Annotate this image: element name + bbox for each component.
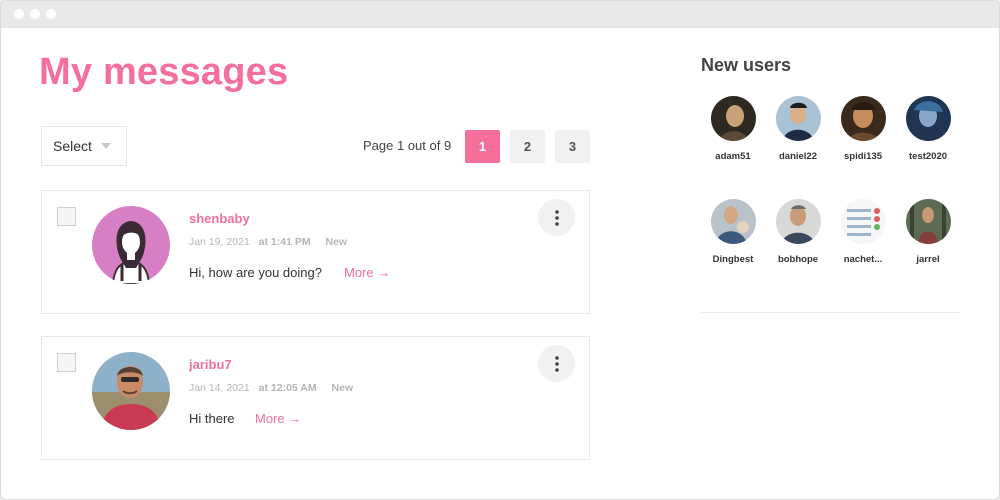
page-button-3[interactable]: 3 [555, 130, 590, 163]
message-preview[interactable]: Hi there [189, 411, 235, 426]
new-user-item[interactable]: Dingbest [698, 199, 768, 265]
new-user-item[interactable]: daniel22 [763, 96, 833, 162]
message-time: at 12:05 AM [258, 382, 317, 394]
browser-window: My messages Select Page 1 out of 9 1 2 3… [0, 0, 1000, 500]
message-date: Jan 19, 2021 [189, 236, 250, 248]
page-button-1[interactable]: 1 [465, 130, 500, 163]
avatar [775, 96, 821, 141]
avatar [905, 96, 951, 141]
new-user-name: bobhope [777, 254, 819, 265]
page-button-2[interactable]: 2 [510, 130, 545, 163]
message-options-button[interactable] [538, 199, 575, 236]
user-photo [92, 352, 170, 430]
new-user-name: jarrel [916, 254, 940, 265]
status-badge: New [325, 236, 348, 248]
new-user-name: nachet... [843, 254, 883, 265]
avatar [840, 96, 886, 141]
window-titlebar [1, 1, 999, 28]
message-item[interactable]: jaribu7 Jan 14, 2021 at 12:05 AM New Hi … [41, 336, 590, 460]
sidebar-title: New users [701, 55, 792, 75]
message-checkbox[interactable] [57, 207, 76, 226]
message-username[interactable]: shenbaby [189, 211, 250, 226]
kebab-menu-icon [554, 355, 559, 372]
new-user-item[interactable]: spidi135 [828, 96, 898, 162]
avatar [775, 199, 821, 244]
avatar [710, 96, 756, 141]
message-meta: Jan 19, 2021 at 1:41 PM New [189, 236, 347, 248]
new-user-name: test2020 [908, 151, 948, 162]
new-user-item[interactable]: jarrel [893, 199, 963, 265]
chevron-down-icon [101, 143, 111, 149]
new-user-item[interactable]: adam51 [698, 96, 768, 162]
arrow-right-icon: → [377, 265, 391, 280]
new-user-name: adam51 [715, 151, 751, 162]
new-user-name: daniel22 [778, 151, 818, 162]
select-label: Select [53, 138, 92, 154]
window-dot-close[interactable] [14, 9, 24, 19]
new-user-item[interactable]: nachet... [828, 199, 898, 265]
kebab-menu-icon [554, 209, 559, 226]
new-user-name: spidi135 [843, 151, 883, 162]
avatar[interactable] [92, 352, 170, 430]
page-title: My messages [39, 51, 289, 93]
message-preview[interactable]: Hi, how are you doing? [189, 265, 322, 280]
sidebar-divider [701, 312, 961, 313]
message-date: Jan 14, 2021 [189, 382, 250, 394]
arrow-right-icon: → [288, 411, 302, 426]
avatar [710, 199, 756, 244]
message-username[interactable]: jaribu7 [189, 357, 232, 372]
message-options-button[interactable] [538, 345, 575, 382]
new-user-item[interactable]: test2020 [893, 96, 963, 162]
window-dot-minimize[interactable] [30, 9, 40, 19]
more-label: More [344, 265, 374, 280]
avatar [840, 199, 886, 244]
message-time: at 1:41 PM [258, 236, 311, 248]
new-user-item[interactable]: bobhope [763, 199, 833, 265]
bulk-select-dropdown[interactable]: Select [41, 126, 127, 166]
more-link[interactable]: More → [344, 265, 390, 280]
message-meta: Jan 14, 2021 at 12:05 AM New [189, 382, 353, 394]
window-dot-maximize[interactable] [46, 9, 56, 19]
message-checkbox[interactable] [57, 353, 76, 372]
more-link[interactable]: More → [255, 411, 301, 426]
message-item[interactable]: shenbaby Jan 19, 2021 at 1:41 PM New Hi,… [41, 190, 590, 314]
new-user-name: Dingbest [712, 254, 754, 265]
avatar [905, 199, 951, 244]
user-silhouette-icon [92, 206, 170, 284]
pagination-info: Page 1 out of 9 [363, 138, 452, 153]
avatar[interactable] [92, 206, 170, 284]
status-badge: New [331, 382, 354, 394]
more-label: More [255, 411, 285, 426]
